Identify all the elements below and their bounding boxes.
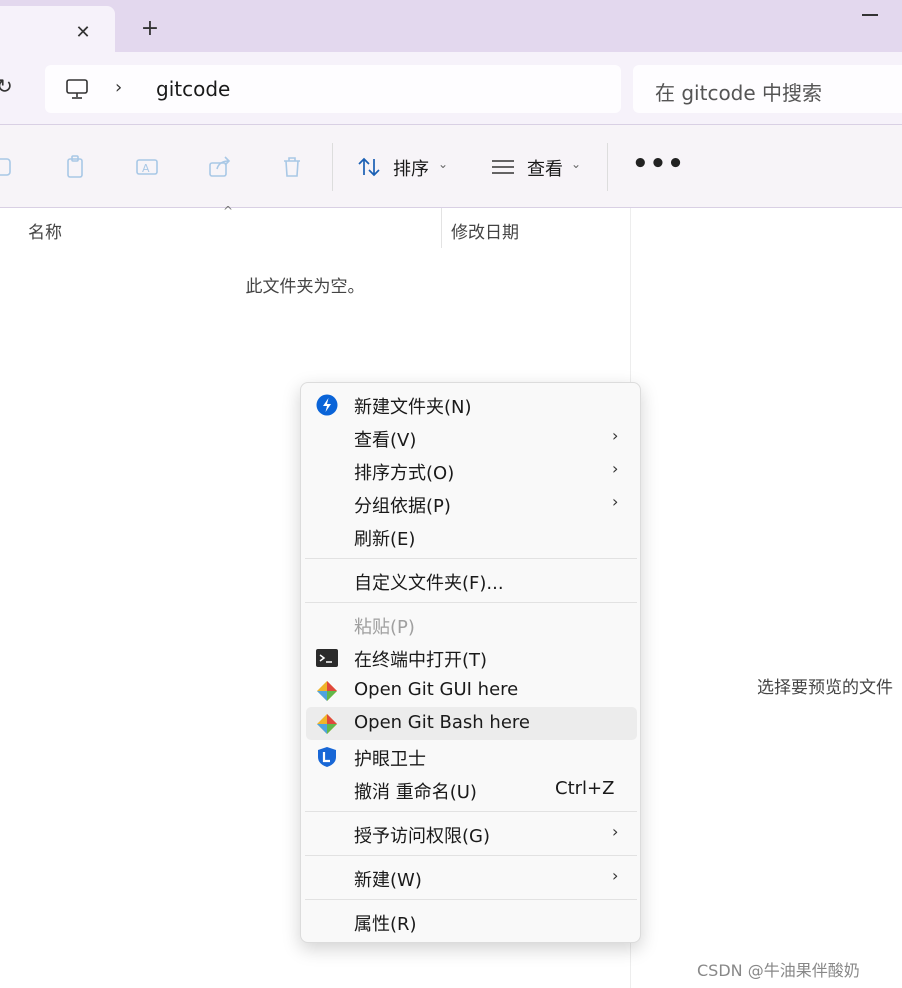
context-menu: 新建文件夹(N) 查看(V) › 排序方式(O) › 分组依据(P) › 刷新(… [300, 382, 641, 943]
search-placeholder: 在 gitcode 中搜索 [655, 81, 823, 105]
terminal-icon [316, 649, 338, 667]
git-bash-icon [317, 714, 337, 734]
menu-separator [305, 602, 637, 603]
menu-item-label: Open Git Bash here [354, 712, 530, 733]
minimize-icon[interactable] [862, 14, 878, 16]
column-header-modified[interactable]: 修改日期 [451, 218, 519, 243]
title-bar: ✕ + [0, 0, 902, 52]
menu-item-label: 护眼卫士 [354, 749, 426, 770]
rename-icon[interactable]: A [135, 154, 161, 180]
menu-item-label: 排序方式(O) [354, 463, 455, 484]
toolbar-divider [607, 143, 608, 191]
empty-folder-message: 此文件夹为空。 [245, 277, 365, 297]
git-gui-icon [317, 681, 337, 701]
menu-item-paste: 粘贴(P) [306, 608, 637, 641]
address-row: ↻ › gitcode 在 gitcode 中搜索 [0, 52, 902, 124]
menu-item-new[interactable]: 新建(W) › [306, 861, 637, 894]
delete-icon[interactable] [279, 154, 305, 180]
menu-item-label: 授予访问权限(G) [354, 826, 490, 847]
more-options-button[interactable]: ••• [632, 149, 685, 179]
menu-item-undo-rename[interactable]: 撤消 重命名(U) Ctrl+Z [306, 773, 637, 806]
menu-item-label: 属性(R) [354, 914, 417, 935]
eye-guard-icon [318, 747, 336, 767]
menu-item-eye-guard[interactable]: 护眼卫士 [306, 740, 637, 773]
toolbar-divider [332, 143, 333, 191]
this-pc-icon [66, 79, 88, 99]
svg-text:A: A [142, 162, 150, 175]
menu-item-label: 粘贴(P) [354, 617, 415, 638]
menu-separator [305, 899, 637, 900]
new-folder-icon [316, 394, 338, 416]
menu-item-label: 撤消 重命名(U) [354, 782, 477, 803]
menu-item-open-git-gui[interactable]: Open Git GUI here [306, 674, 637, 707]
menu-item-refresh[interactable]: 刷新(E) [306, 520, 637, 553]
breadcrumb-chevron-icon[interactable]: › [115, 77, 122, 98]
sort-up-icon: ^ [223, 204, 234, 218]
menu-item-label: 新建文件夹(N) [354, 397, 472, 418]
menu-item-shortcut: Ctrl+Z [555, 778, 615, 799]
chevron-right-icon: › [612, 492, 619, 511]
menu-item-new-folder[interactable]: 新建文件夹(N) [306, 388, 637, 421]
menu-item-label: Open Git GUI here [354, 679, 519, 700]
menu-item-label: 新建(W) [354, 870, 422, 891]
chevron-right-icon: › [612, 866, 619, 885]
breadcrumb-folder[interactable]: gitcode [156, 77, 230, 101]
watermark: CSDN @牛油果伴酸奶 [697, 961, 860, 980]
menu-item-label: 刷新(E) [354, 529, 416, 550]
menu-item-sort-by[interactable]: 排序方式(O) › [306, 454, 637, 487]
chevron-right-icon: › [612, 426, 619, 445]
menu-item-open-in-terminal[interactable]: 在终端中打开(T) [306, 641, 637, 674]
address-bar[interactable]: › gitcode [45, 65, 621, 113]
refresh-icon[interactable]: ↻ [0, 75, 18, 97]
menu-item-label: 自定义文件夹(F)... [354, 573, 504, 594]
share-icon[interactable] [207, 154, 233, 180]
menu-item-label: 分组依据(P) [354, 496, 451, 517]
menu-separator [305, 855, 637, 856]
menu-item-view[interactable]: 查看(V) › [306, 421, 637, 454]
menu-item-group-by[interactable]: 分组依据(P) › [306, 487, 637, 520]
menu-item-label: 在终端中打开(T) [354, 650, 488, 671]
chevron-right-icon: › [612, 822, 619, 841]
view-icon [492, 160, 514, 174]
menu-item-properties[interactable]: 属性(R) [306, 905, 637, 938]
column-divider[interactable] [441, 208, 442, 248]
sort-chevron-down-icon: ⌄ [438, 157, 449, 171]
column-header-row: ^ 名称 修改日期 [0, 204, 630, 248]
view-chevron-down-icon: ⌄ [571, 157, 582, 171]
chevron-right-icon: › [612, 459, 619, 478]
menu-item-customize-folder[interactable]: 自定义文件夹(F)... [306, 564, 637, 597]
preview-pane-message: 选择要预览的文件 [757, 678, 893, 698]
copy-icon[interactable] [63, 154, 89, 180]
view-button[interactable]: 查看 [527, 155, 563, 181]
search-input[interactable]: 在 gitcode 中搜索 [633, 65, 902, 113]
menu-item-label: 查看(V) [354, 430, 417, 451]
cut-icon[interactable] [0, 154, 18, 180]
command-bar: A 排序 ⌄ 查看 ⌄ ••• [0, 124, 902, 208]
column-header-name[interactable]: 名称 [28, 218, 62, 243]
close-tab-icon[interactable]: ✕ [72, 22, 94, 44]
new-tab-button[interactable]: + [138, 17, 162, 41]
active-tab[interactable]: ✕ [0, 6, 115, 52]
sort-button[interactable]: 排序 [393, 155, 429, 181]
sort-icon [358, 157, 380, 177]
menu-separator [305, 558, 637, 559]
menu-item-give-access[interactable]: 授予访问权限(G) › [306, 817, 637, 850]
menu-item-open-git-bash[interactable]: Open Git Bash here [306, 707, 637, 740]
menu-separator [305, 811, 637, 812]
